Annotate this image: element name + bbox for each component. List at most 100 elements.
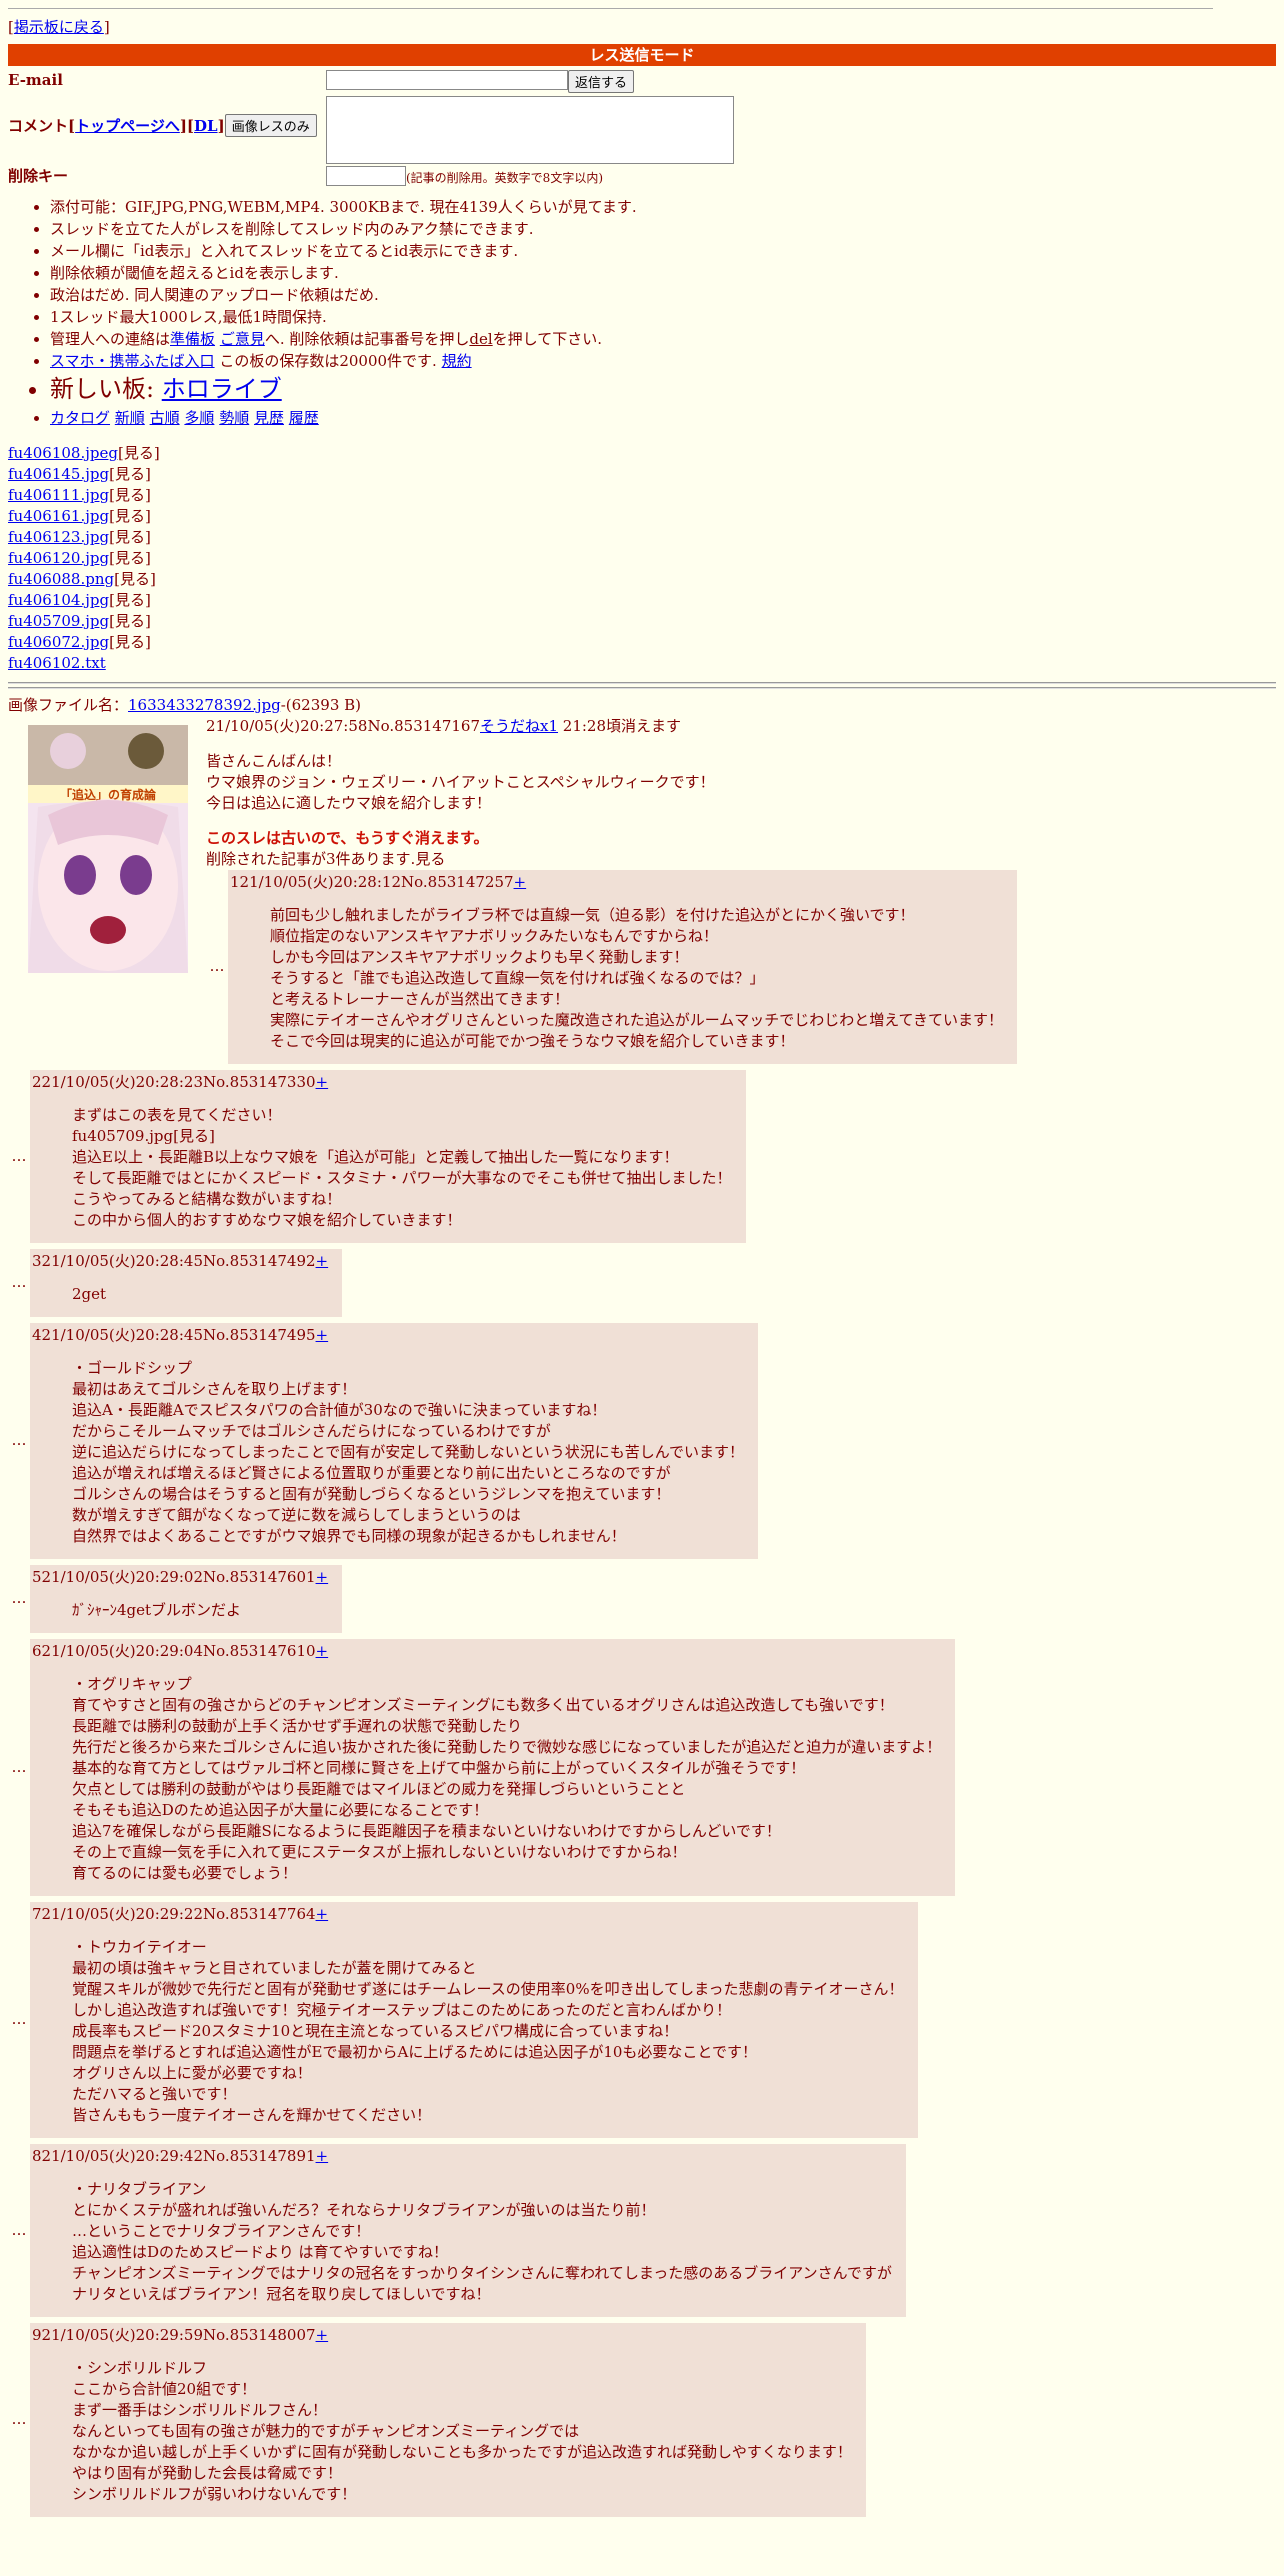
reply-line: シンボリルドルフが弱いわけないんです！	[72, 2484, 357, 2503]
view-link[interactable]: [見る]	[109, 549, 151, 567]
reply-line: なんといっても固有の強さが魅力的ですがチャンピオンズミーティングでは	[72, 2421, 580, 2440]
reply-line: そして長距離ではとにかくスピード・スタミナ・パワーが大事なのでそこも併せて抽出し…	[72, 1168, 732, 1187]
reply-line: やはり固有が発動した会長は脅威です！	[72, 2463, 343, 2482]
reply-body: ・トウカイテイオー 最初の頃は強キャラと目されていましたが蓋を開けてみると 覚醒スキ…	[72, 1937, 904, 2126]
catalog-link[interactable]: カタログ	[50, 409, 110, 427]
reply-post: 821/10/05(火)20:29:42No.853147891+ ・ナリタブライ…	[30, 2143, 906, 2317]
op-line: 今日は追込に適したウマ娘を紹介します！	[206, 793, 492, 812]
terms-link[interactable]: 規約	[442, 352, 472, 370]
file-link[interactable]: fu406102.txt	[8, 654, 106, 672]
file-link[interactable]: fu406088.png	[8, 570, 114, 588]
op-post: 21/10/05(火)20:27:58No.853147167そうだねx1 21…	[206, 716, 1276, 870]
file-entry: fu406108.jpeg[見る]	[8, 443, 1284, 464]
reply-marker: …	[11, 1146, 27, 1165]
view-history-link[interactable]: 見歴	[254, 409, 284, 427]
reply-number: 621/10/05(火)20:29:04No.853147610	[32, 1641, 316, 1660]
file-entry: fu406123.jpg[見る]	[8, 527, 1284, 548]
op-thumbnail[interactable]: 「追込」の育成論	[28, 724, 188, 973]
reply-line: 問題点を挙げるとすれば追込適性がEで最初からAに上げるためには追込因子が10も必…	[72, 2042, 757, 2061]
quote-plus-link[interactable]: +	[316, 1326, 329, 1344]
op-image-link[interactable]: 1633433278392.jpg	[128, 696, 281, 714]
file-link[interactable]: fu406161.jpg	[8, 507, 109, 525]
reply-line: 最初の頃は強キャラと目されていましたが蓋を開けてみると	[72, 1958, 477, 1977]
quote-plus-link[interactable]: +	[316, 1073, 329, 1091]
sort-old-link[interactable]: 古順	[150, 409, 180, 427]
reply-line: 長距離では勝利の鼓動が上手く活かせず手遅れの状態で発動したり	[72, 1716, 523, 1735]
reply-line: 基本的な育て方としてはヴァルゴ杯と同様に賢さを上げて中盤から前に上がっていくスタ…	[72, 1758, 806, 1777]
reply-row: … 721/10/05(火)20:29:22No.853147764+ ・トウカイテ…	[8, 1901, 1276, 2138]
back-to-board-link[interactable]: 掲示板に戻る	[14, 18, 104, 36]
reply-row: … 221/10/05(火)20:28:23No.853147330+ まずはこの表…	[8, 1069, 1276, 1243]
file-link[interactable]: fu406111.jpg	[8, 486, 109, 504]
rule-contact: 管理人への連絡は準備板 ご意見へ. 削除依頼は記事番号を押しdelを押して下さい…	[50, 329, 1284, 350]
reply-line: この中から個人的おすすめなウマ娘を紹介していきます！	[72, 1210, 462, 1229]
rule-item: スレッドを立てた人がレスを削除してスレッド内のみアク禁にできます.	[50, 219, 1284, 240]
view-link[interactable]: [見る]	[118, 444, 160, 462]
image-only-button[interactable]: 画像レスのみ	[224, 114, 317, 137]
quote-plus-link[interactable]: +	[316, 2326, 329, 2344]
reply-post: 621/10/05(火)20:29:04No.853147610+ ・オグリキャッ…	[30, 1638, 956, 1896]
file-link[interactable]: fu406120.jpg	[8, 549, 109, 567]
reply-post: 921/10/05(火)20:29:59No.853148007+ ・シンボリルド…	[30, 2322, 866, 2517]
view-link[interactable]: [見る]	[109, 633, 151, 651]
feedback-link[interactable]: ご意見	[220, 330, 265, 348]
mobile-entrance-link[interactable]: スマホ・携帯ふたば入口	[50, 352, 215, 370]
reply-post: 521/10/05(火)20:29:02No.853147601+ ｶﾞｼｬｰﾝ4…	[30, 1564, 343, 1633]
reply-line: だからこそルームマッチではゴルシさんだらけになっているわけですが	[72, 1421, 551, 1440]
dl-link[interactable]: DL	[194, 117, 218, 135]
quote-plus-link[interactable]: +	[316, 1905, 329, 1923]
file-entry: fu405709.jpg[見る]	[8, 611, 1284, 632]
sort-new-link[interactable]: 新順	[115, 409, 145, 427]
quote-plus-link[interactable]: +	[316, 1642, 329, 1660]
reply-line: そもそも追込Dのため追込因子が大量に必要になることです！	[72, 1800, 489, 1819]
reply-line: 最初はあえてゴルシさんを取り上げます！	[72, 1379, 357, 1398]
reply-line: …ということでナリタブライアンさんです！	[72, 2221, 371, 2240]
view-link[interactable]: [見る]	[114, 570, 156, 588]
quote-plus-link[interactable]: +	[316, 1568, 329, 1586]
quote-plus-link[interactable]: +	[316, 2147, 329, 2165]
file-link[interactable]: fu406072.jpg	[8, 633, 109, 651]
rule-item: メール欄に「id表示」と入れてスレッドを立てるとid表示にできます.	[50, 241, 1284, 262]
reply-number: 121/10/05(火)20:28:12No.853147257	[230, 872, 514, 891]
file-link[interactable]: fu406145.jpg	[8, 465, 109, 483]
file-link[interactable]: fu406123.jpg	[8, 528, 109, 546]
file-link[interactable]: fu405709.jpg	[8, 612, 109, 630]
view-link[interactable]: [見る]	[109, 528, 151, 546]
reply-line: 追込が増えれば増えるほど賢さによる位置取りが重要となり前に出たいところなのですが	[72, 1463, 671, 1482]
sort-momentum-link[interactable]: 勢順	[219, 409, 249, 427]
delete-key-field[interactable]	[326, 166, 406, 186]
view-link[interactable]: [見る]	[109, 591, 151, 609]
view-link[interactable]: [見る]	[109, 612, 151, 630]
quote-plus-link[interactable]: +	[514, 873, 527, 891]
quote-plus-link[interactable]: +	[316, 1252, 329, 1270]
comment-textarea[interactable]	[326, 96, 734, 164]
sodane-link[interactable]: そうだねx1	[480, 717, 558, 735]
file-link[interactable]: fu406104.jpg	[8, 591, 109, 609]
reply-marker: …	[11, 1273, 27, 1292]
email-field[interactable]	[326, 70, 568, 90]
reply-number: 921/10/05(火)20:29:59No.853148007	[32, 2325, 316, 2344]
reply-line: ・シンボリルドルフ	[72, 2358, 208, 2377]
view-link[interactable]: [見る]	[109, 507, 151, 525]
reply-body: ・シンボリルドルフ ここから合計値20組です！ まず一番手はシンボリルドルフさん！ な…	[72, 2358, 852, 2505]
file-link[interactable]: fu406108.jpeg	[8, 444, 118, 462]
reply-line: 皆さんももう一度テイオーさんを輝かせてください！	[72, 2105, 432, 2124]
sort-many-link[interactable]: 多順	[184, 409, 214, 427]
reply-line: 追込7を確保しながら長距離Sになるように長距離因子を積まないといけないわけですか…	[72, 1821, 781, 1840]
new-board-link[interactable]: ホロライブ	[162, 375, 282, 403]
reply-header: 421/10/05(火)20:28:45No.853147495+	[32, 1325, 744, 1346]
prep-board-link[interactable]: 準備板	[170, 330, 215, 348]
reply-marker: …	[11, 1589, 27, 1608]
reply-row: … 321/10/05(火)20:28:45No.853147492+ 2get	[8, 1248, 1276, 1317]
view-link[interactable]: [見る]	[109, 465, 151, 483]
reply-line: と考えるトレーナーさんが当然出てきます！	[270, 989, 570, 1008]
reply-marker: …	[11, 2220, 27, 2239]
view-link[interactable]: [見る]	[109, 486, 151, 504]
rule-item: 政治はだめ. 同人関連のアップロード依頼はだめ.	[50, 285, 1284, 306]
history-link[interactable]: 履歴	[289, 409, 319, 427]
reply-marker: …	[11, 1431, 27, 1450]
reply-header: 121/10/05(火)20:28:12No.853147257+	[230, 872, 1003, 893]
top-page-link[interactable]: トップページへ	[75, 117, 180, 135]
reply-line: とにかくステが盛れれば強いんだろ？それならナリタブライアンが強いのは当たり前！	[72, 2200, 656, 2219]
submit-reply-button[interactable]: 返信する	[568, 70, 635, 93]
